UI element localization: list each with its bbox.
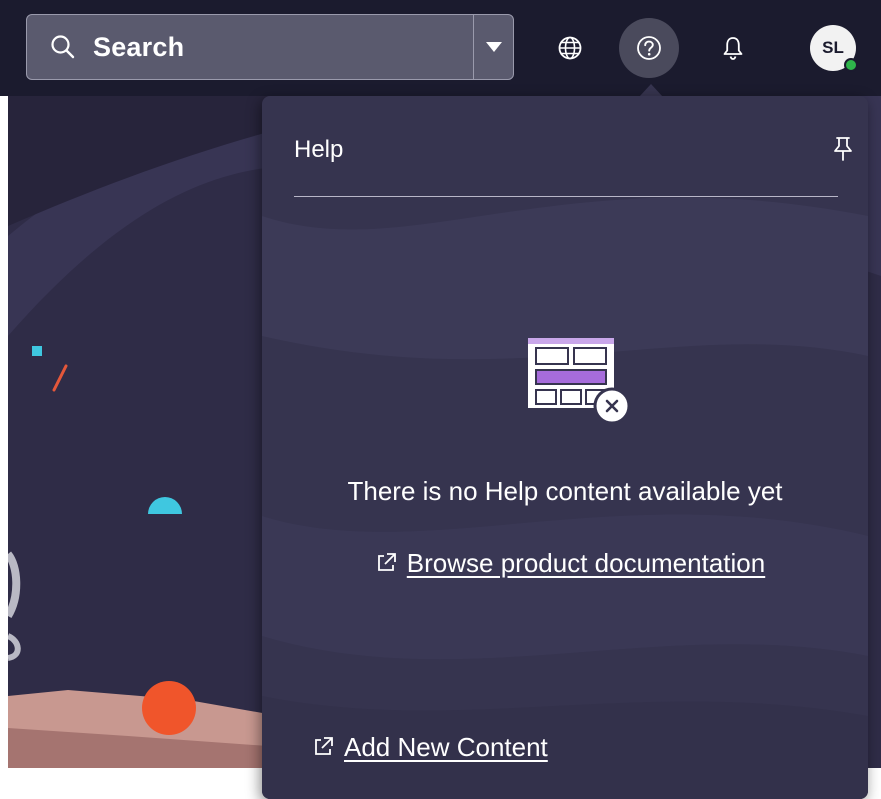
question-circle-icon bbox=[637, 36, 661, 60]
search-icon bbox=[33, 15, 93, 79]
search-scope-dropdown[interactable] bbox=[474, 15, 514, 79]
top-bar: Search SL bbox=[0, 0, 881, 96]
pin-button[interactable] bbox=[832, 136, 856, 164]
notifications-button[interactable] bbox=[703, 18, 763, 78]
search-box[interactable]: Search bbox=[26, 14, 514, 80]
avatar-initials: SL bbox=[822, 38, 844, 57]
add-new-content-link[interactable]: Add New Content bbox=[312, 732, 548, 763]
presence-status-dot bbox=[844, 58, 858, 72]
browse-documentation-label: Browse product documentation bbox=[406, 548, 766, 578]
help-panel-title: Help bbox=[294, 136, 344, 163]
panel-divider bbox=[294, 196, 838, 197]
help-button[interactable] bbox=[619, 18, 679, 78]
add-new-content-label: Add New Content bbox=[344, 732, 548, 762]
search-input[interactable]: Search bbox=[93, 32, 184, 63]
bell-icon bbox=[723, 37, 743, 60]
panel-wave-background bbox=[262, 197, 868, 799]
globe-icon bbox=[558, 36, 582, 60]
pin-icon bbox=[834, 137, 852, 161]
browse-documentation-link[interactable]: Browse product documentation bbox=[340, 548, 800, 579]
caret-down-icon bbox=[486, 42, 502, 52]
external-link-icon bbox=[315, 737, 333, 755]
empty-state-message: There is no Help content available yet bbox=[347, 476, 783, 506]
empty-state-illustration bbox=[526, 336, 638, 428]
external-link-icon bbox=[377, 553, 396, 571]
help-panel: Help There is no Help content available … bbox=[262, 96, 868, 799]
empty-layout-illustration bbox=[528, 338, 631, 425]
language-button[interactable] bbox=[540, 18, 600, 78]
